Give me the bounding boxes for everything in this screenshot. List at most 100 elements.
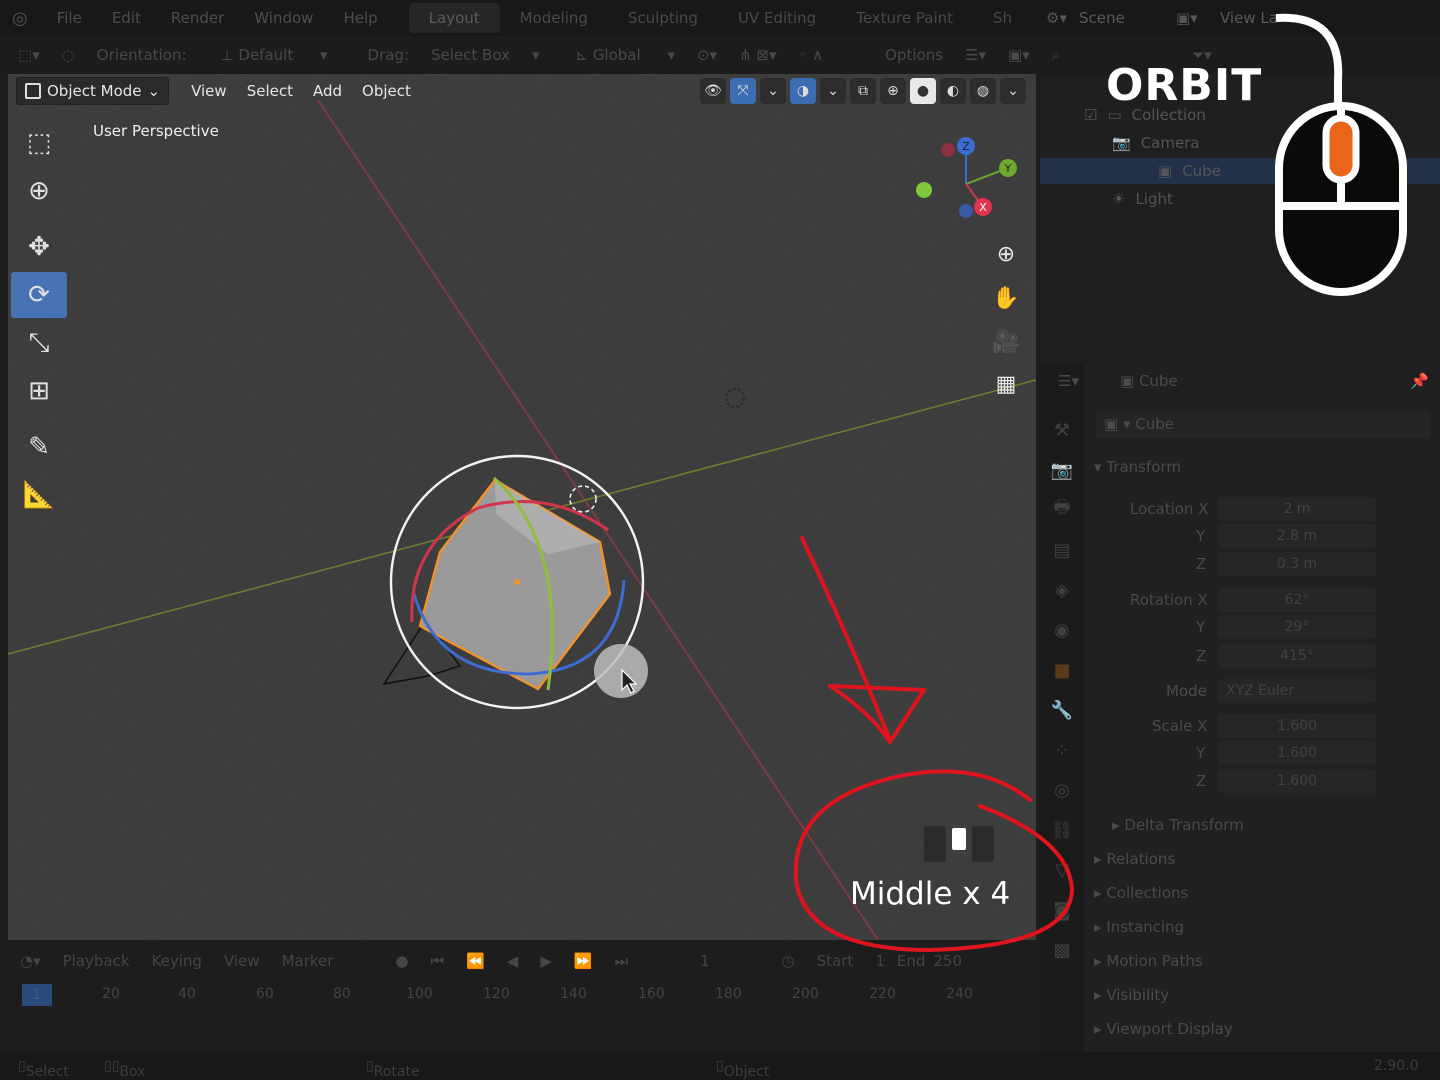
menu-file[interactable]: File: [42, 9, 97, 27]
measure-tool-icon[interactable]: 📐: [11, 472, 67, 518]
rotation-mode-dropdown[interactable]: XYZ Euler: [1218, 679, 1376, 703]
rotate-tool-icon[interactable]: ⟳: [11, 272, 67, 318]
scene-icon[interactable]: ⚙▾: [1046, 9, 1067, 27]
view-layer-tab-icon[interactable]: ▤: [1040, 530, 1084, 570]
transform-orientation-dropdown[interactable]: ⊾ Global ▾: [575, 46, 675, 64]
particles-tab-icon[interactable]: ⁘: [1040, 730, 1084, 770]
properties-editor-icon[interactable]: ☰▾: [1058, 372, 1079, 390]
outliner-search-icon[interactable]: ⌕: [1052, 46, 1060, 64]
play-reverse-icon[interactable]: ◀: [507, 952, 519, 970]
visibility-section[interactable]: ▸ Visibility: [1094, 986, 1169, 1004]
tab-shading[interactable]: Sh: [973, 3, 1032, 33]
drag-dropdown-chevron-icon[interactable]: ▾: [532, 46, 540, 64]
motion-paths-section[interactable]: ▸ Motion Paths: [1094, 952, 1203, 970]
checkbox-icon[interactable]: ☑: [1084, 106, 1097, 124]
world-tab-icon[interactable]: ◉: [1040, 610, 1084, 650]
overlays-dropdown-icon[interactable]: ⌄: [820, 78, 846, 104]
scale-x-field[interactable]: 1.600: [1218, 714, 1376, 738]
location-y-field[interactable]: 2.8 m: [1218, 524, 1376, 548]
physics-tab-icon[interactable]: ◎: [1040, 770, 1084, 810]
jump-start-icon[interactable]: ⏮: [431, 952, 445, 970]
menu-add[interactable]: Add: [305, 78, 350, 104]
editor-type-icon[interactable]: ☰▾: [965, 46, 986, 64]
modifier-tab-icon[interactable]: 🔧: [1040, 690, 1084, 730]
material-tab-icon[interactable]: ◙: [1040, 890, 1084, 930]
cursor-tool-icon[interactable]: ⊕: [11, 168, 67, 214]
display-mode-icon[interactable]: ▣▾: [1008, 46, 1030, 64]
transform-panel-header[interactable]: ▾ Transform: [1094, 458, 1181, 476]
tool-icon[interactable]: ◌: [62, 46, 75, 64]
timeline-editor-icon[interactable]: ◔▾: [20, 952, 41, 970]
render-tab-icon[interactable]: 📷: [1040, 450, 1084, 490]
start-frame-field[interactable]: 1: [875, 952, 885, 970]
delta-transform-section[interactable]: ▸ Delta Transform: [1112, 816, 1244, 834]
solid-shading-icon[interactable]: ●: [910, 78, 936, 104]
move-tool-icon[interactable]: ✥: [11, 224, 67, 270]
blender-logo-icon[interactable]: ◎: [12, 8, 28, 29]
rotation-z-field[interactable]: 415°: [1218, 644, 1376, 668]
menu-edit[interactable]: Edit: [97, 9, 156, 27]
menu-select[interactable]: Select: [239, 78, 301, 104]
rotation-y-field[interactable]: 29°: [1218, 615, 1376, 639]
tab-sculpting[interactable]: Sculpting: [608, 3, 718, 33]
current-frame-field[interactable]: 1: [700, 952, 710, 970]
scale-y-field[interactable]: 1.600: [1218, 741, 1376, 765]
zoom-icon[interactable]: ⊕: [990, 238, 1022, 270]
collections-section[interactable]: ▸ Collections: [1094, 884, 1188, 902]
timeline-ruler[interactable]: 20 40 60 80 100 120 140 160 180 200 220 …: [0, 984, 1036, 1006]
object-mode-dropdown[interactable]: Object Mode ⌄: [16, 77, 170, 105]
transform-tool-icon[interactable]: ⊞: [11, 368, 67, 414]
object-name-field[interactable]: ▣ ▾ Cube: [1096, 412, 1430, 438]
menu-window[interactable]: Window: [239, 9, 328, 27]
shading-dropdown-icon[interactable]: ⌄: [1000, 78, 1026, 104]
menu-timeline-view[interactable]: View: [224, 952, 260, 970]
outliner-item-camera[interactable]: 📷 Camera: [1112, 134, 1200, 152]
options-dropdown[interactable]: Options: [885, 46, 943, 64]
next-key-icon[interactable]: ⏩: [574, 952, 593, 970]
scale-z-field[interactable]: 1.600: [1218, 769, 1376, 793]
output-tab-icon[interactable]: 🖶: [1040, 490, 1084, 530]
scale-tool-icon[interactable]: ⤡: [11, 320, 67, 366]
pan-hand-icon[interactable]: ✋: [990, 282, 1022, 314]
menu-marker[interactable]: Marker: [282, 952, 334, 970]
location-z-field[interactable]: 0.3 m: [1218, 552, 1376, 576]
annotate-tool-icon[interactable]: ✎: [11, 424, 67, 470]
tab-texture-paint[interactable]: Texture Paint: [836, 3, 973, 33]
pin-icon[interactable]: 📌: [1410, 372, 1429, 390]
instancing-section[interactable]: ▸ Instancing: [1094, 918, 1184, 936]
rotation-x-field[interactable]: 62°: [1218, 588, 1376, 612]
viewport-scene[interactable]: Z Y X: [8, 74, 1036, 940]
clock-icon[interactable]: ◷: [782, 952, 795, 970]
menu-playback[interactable]: Playback: [63, 952, 130, 970]
menu-view[interactable]: View: [183, 78, 235, 104]
drag-dropdown[interactable]: Select Box: [431, 46, 510, 64]
orientation-dropdown[interactable]: ⊥ Default ▾: [221, 46, 328, 64]
snap-icon[interactable]: ⋔ ⊠▾: [739, 46, 776, 64]
visibility-eye-icon[interactable]: 👁: [700, 78, 726, 104]
playhead-frame[interactable]: 1: [22, 984, 52, 1006]
proportional-icon[interactable]: ◦ ∧: [799, 46, 824, 64]
prev-key-icon[interactable]: ⏪: [466, 952, 485, 970]
viewport-display-section[interactable]: ▸ Viewport Display: [1094, 1020, 1233, 1038]
end-frame-field[interactable]: 250: [933, 952, 962, 970]
play-icon[interactable]: ▶: [540, 952, 552, 970]
outliner-item-light[interactable]: ☀ Light: [1112, 190, 1173, 208]
location-x-field[interactable]: 2 m: [1218, 497, 1376, 521]
menu-help[interactable]: Help: [328, 9, 392, 27]
record-icon[interactable]: ●: [395, 952, 408, 970]
scene-tab-icon[interactable]: ◈: [1040, 570, 1084, 610]
object-tab-icon[interactable]: ■: [1040, 650, 1084, 690]
camera-view-icon[interactable]: 🎥: [990, 326, 1022, 358]
rendered-shading-icon[interactable]: ◍: [970, 78, 996, 104]
tab-layout[interactable]: Layout: [408, 3, 500, 33]
select-mode-icon[interactable]: ⬚▾: [18, 46, 40, 64]
jump-end-icon[interactable]: ⏭: [615, 952, 629, 970]
menu-object[interactable]: Object: [354, 78, 419, 104]
gizmo-toggle-icon[interactable]: ⤧: [730, 78, 756, 104]
overlays-toggle-icon[interactable]: ◑: [790, 78, 816, 104]
tab-modeling[interactable]: Modeling: [500, 3, 608, 33]
ortho-grid-icon[interactable]: ▦: [990, 368, 1022, 400]
gizmo-dropdown-icon[interactable]: ⌄: [760, 78, 786, 104]
tool-tab-icon[interactable]: ⚒: [1040, 410, 1084, 450]
xray-toggle-icon[interactable]: ⧉: [850, 78, 876, 104]
